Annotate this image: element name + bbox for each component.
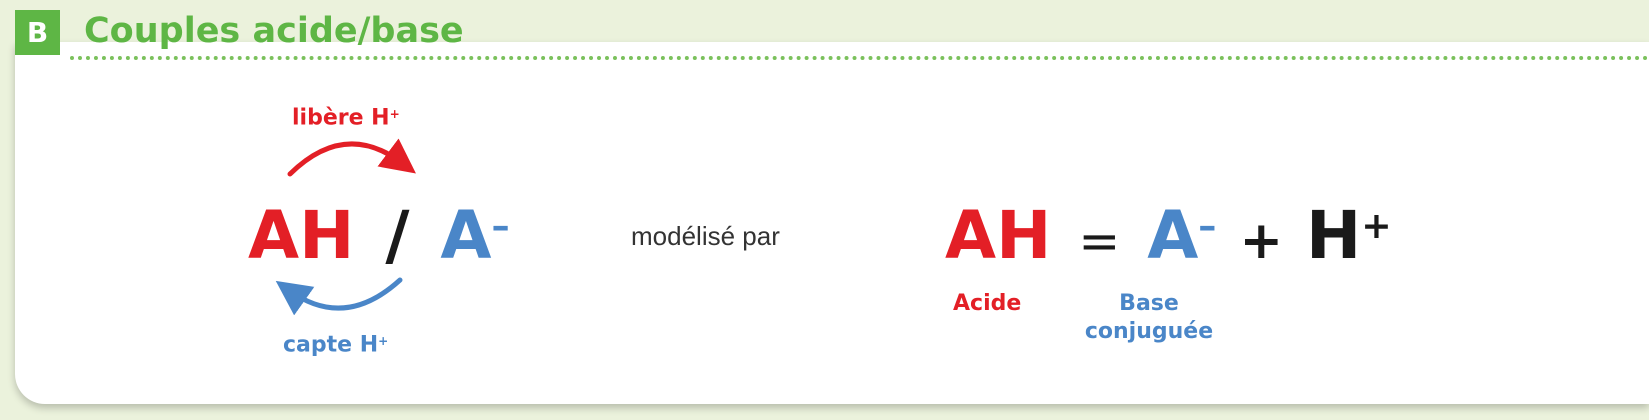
half-equation: AH = A– + H+	[945, 186, 1392, 281]
captures-proton-label: capte H+	[283, 332, 389, 358]
equation-base: A–	[1147, 196, 1217, 274]
equation-acid: AH	[945, 196, 1052, 274]
releases-proton-label: libère H+	[292, 105, 400, 131]
capture-arrow	[275, 277, 403, 316]
conjugate-base-label: Base conjuguée	[1084, 291, 1214, 344]
equation-plus: +	[1239, 210, 1284, 271]
equation-proton: H+	[1306, 196, 1392, 274]
couple-acid: AH	[248, 196, 355, 274]
acid-base-couple: AH / A–	[248, 186, 510, 276]
couple-slash: /	[385, 196, 410, 274]
acid-label: Acide	[953, 291, 1022, 316]
equation-equals: =	[1078, 211, 1121, 270]
couple-base: A–	[440, 196, 510, 274]
release-arrow	[287, 138, 416, 177]
modeled-by-text: modélisé par	[631, 221, 780, 251]
